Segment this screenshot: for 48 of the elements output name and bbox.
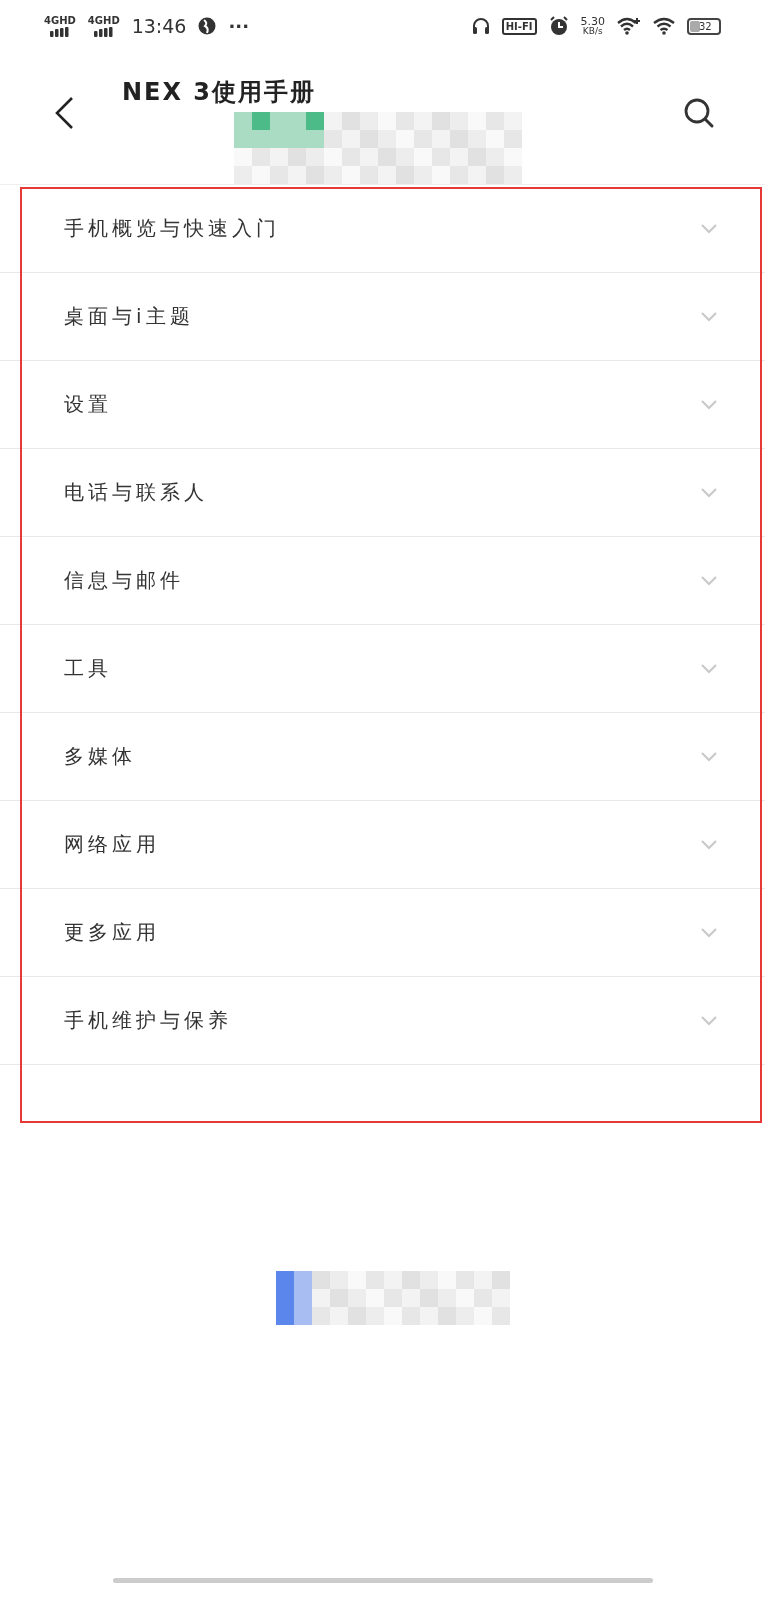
back-icon[interactable] <box>54 96 74 130</box>
section-row[interactable]: 手机维护与保养 <box>0 977 765 1065</box>
section-row[interactable]: 设置 <box>0 361 765 449</box>
clock: 13:46 <box>131 15 187 37</box>
section-title: 手机维护与保养 <box>64 1007 232 1034</box>
section-title: 桌面与i主题 <box>64 303 194 330</box>
chevron-icon <box>701 663 717 674</box>
section-row[interactable]: 桌面与i主题 <box>0 273 765 361</box>
section-row[interactable]: 工具 <box>0 625 765 713</box>
signal-icon <box>93 27 114 37</box>
section-row[interactable]: 多媒体 <box>0 713 765 801</box>
section-row[interactable]: 电话与联系人 <box>0 449 765 537</box>
chevron-icon <box>701 223 717 234</box>
speed-unit: KB/s <box>582 27 603 36</box>
section-row[interactable]: 网络应用 <box>0 801 765 889</box>
network-type: 4GHD <box>44 15 76 26</box>
more-notifications: ··· <box>228 15 249 37</box>
globe-icon <box>198 17 217 35</box>
section-title: 网络应用 <box>64 831 160 858</box>
section-title: 多媒体 <box>64 743 136 770</box>
section-title: 更多应用 <box>64 919 160 946</box>
section-row[interactable]: 信息与邮件 <box>0 537 765 625</box>
hifi-indicator: HI-FI <box>501 17 537 35</box>
chevron-icon <box>701 751 717 762</box>
chevron-icon <box>701 311 717 322</box>
section-row[interactable]: 手机概览与快速入门 <box>0 185 765 273</box>
battery-icon: 32 <box>687 17 721 35</box>
chevron-icon <box>701 575 717 586</box>
chevron-icon <box>701 487 717 498</box>
chevron-icon <box>701 927 717 938</box>
section-title: 电话与联系人 <box>64 479 208 506</box>
wifi-plus-icon <box>617 17 641 35</box>
section-title: 工具 <box>64 655 112 682</box>
chevron-icon <box>701 399 717 410</box>
chevron-icon <box>701 839 717 850</box>
wifi-icon <box>653 17 675 35</box>
signal-icon <box>49 27 70 37</box>
section-title: 设置 <box>64 391 112 418</box>
headphones-icon <box>471 17 490 35</box>
alarm-clock-icon <box>548 16 569 36</box>
search-icon[interactable] <box>683 97 715 129</box>
section-title: 手机概览与快速入门 <box>64 215 280 242</box>
network-type: 4GHD <box>87 15 120 26</box>
network-speed: 5.30 <box>580 16 605 27</box>
page-title: NEX 3使用手册 <box>122 77 317 108</box>
section-row[interactable]: 更多应用 <box>0 889 765 977</box>
chevron-icon <box>701 1015 717 1026</box>
section-title: 信息与邮件 <box>64 567 184 594</box>
